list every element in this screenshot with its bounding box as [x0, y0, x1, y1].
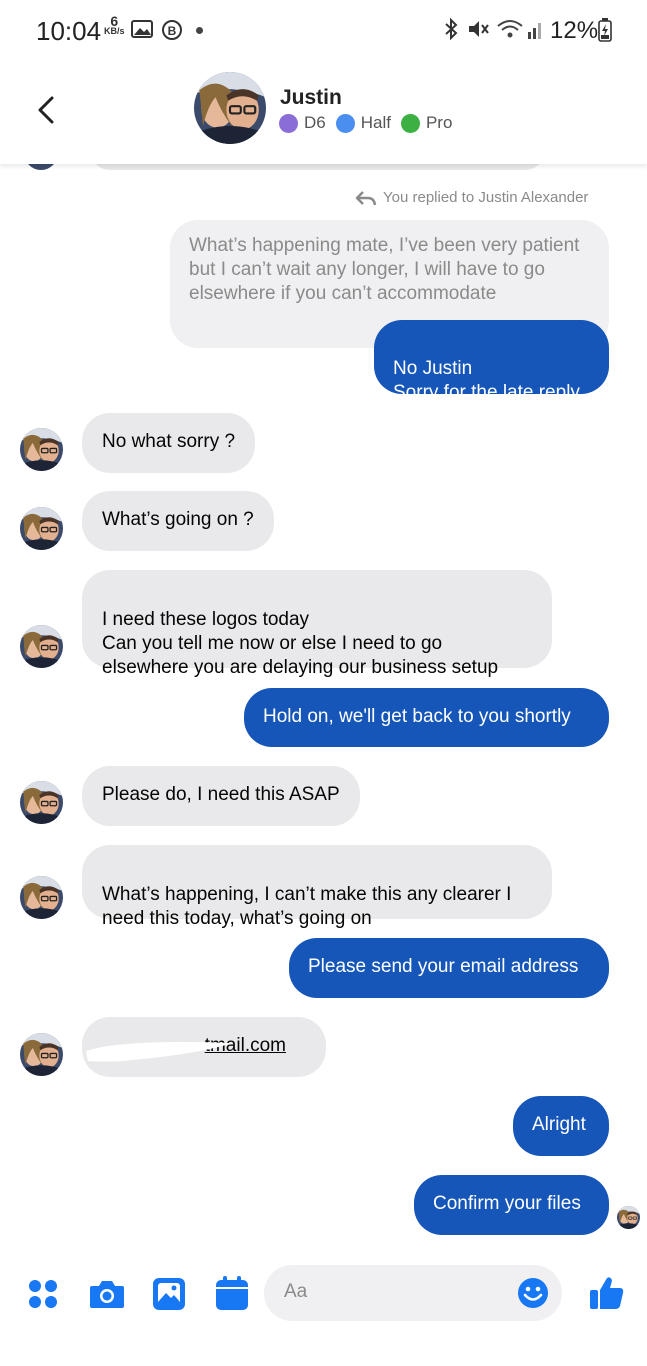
svg-text:B: B [168, 24, 177, 38]
sender-avatar[interactable] [20, 876, 63, 919]
battery-percent: 12% [550, 17, 599, 44]
sender-avatar[interactable] [20, 625, 63, 668]
sender-avatar[interactable] [20, 781, 63, 824]
incoming-message[interactable]: What’s happening, I can’t make this any … [82, 845, 552, 929]
message-text: Please do, I need this ASAP [102, 784, 340, 805]
incoming-message[interactable]: No what sorry ? [82, 413, 256, 473]
thumbs-up-icon[interactable] [589, 1275, 625, 1311]
message-text: What’s going on ? [102, 509, 254, 530]
composer-bar: Aa [0, 1250, 647, 1340]
message-input[interactable]: Aa [264, 1265, 562, 1321]
mute-icon [469, 21, 489, 37]
outgoing-message[interactable]: Alright [513, 1096, 609, 1156]
contact-avatar[interactable] [194, 72, 266, 144]
emoji-icon[interactable] [517, 1277, 549, 1309]
conversation-header: Justin D6 Half Pro [0, 62, 647, 164]
gallery-notification-icon [131, 20, 153, 38]
message-text: No what sorry ? [102, 431, 236, 452]
contact-name[interactable]: Justin [280, 86, 342, 110]
network-speed-unit: KB/s [104, 26, 125, 36]
b-notification-icon: B [162, 20, 182, 40]
apps-icon[interactable] [28, 1279, 58, 1309]
incoming-message[interactable]: I need these logos today Can you tell me… [82, 570, 552, 678]
contact-tags: D6 Half Pro [279, 113, 462, 133]
battery-icon [598, 18, 612, 42]
message-text: I need these logos today Can you tell me… [102, 609, 499, 678]
message-text: No Justin Sorry for the late reply [393, 358, 580, 403]
tag-dot-green [400, 113, 420, 133]
network-speed-value: 6 [110, 13, 119, 29]
redaction-scribble [86, 1042, 232, 1062]
message-text: Confirm your files [433, 1193, 581, 1214]
tag-label: Pro [425, 113, 453, 132]
status-bar: 10:04 6 KB/s B 12% [0, 0, 647, 62]
calendar-icon[interactable] [215, 1275, 249, 1311]
outgoing-message[interactable]: Please send your email address [289, 938, 609, 998]
tag-dot-blue [335, 113, 355, 133]
status-time: 10:04 [36, 16, 102, 46]
network-speed: 6 KB/s [104, 13, 125, 36]
reply-indicator: You replied to Justin Alexander [355, 189, 588, 206]
incoming-message[interactable]: Please do, I need this ASAP [82, 766, 360, 826]
gallery-icon[interactable] [152, 1277, 186, 1311]
sender-avatar[interactable] [20, 1033, 63, 1076]
seen-avatar [617, 1206, 640, 1229]
message-text: Alright [532, 1114, 586, 1135]
quoted-message-text: What’s happening mate, I’ve been very pa… [189, 235, 580, 304]
sender-avatar[interactable] [20, 507, 63, 550]
message-text: Hold on, we'll get back to you shortly [263, 706, 571, 727]
message-text: Please send your email address [308, 956, 579, 977]
back-arrow-icon[interactable] [30, 90, 62, 130]
outgoing-message[interactable]: Hold on, we'll get back to you shortly [244, 688, 609, 747]
outgoing-message[interactable]: No Justin Sorry for the late reply [374, 320, 609, 403]
reply-arrow-icon [355, 190, 377, 205]
incoming-message[interactable]: What’s going on ? [82, 491, 274, 551]
notification-dot [196, 27, 203, 34]
message-input-placeholder: Aa [284, 1281, 308, 1302]
tag-dot-purple [279, 113, 298, 133]
wifi-signal-icon [497, 20, 541, 39]
sender-avatar[interactable] [20, 428, 63, 471]
outgoing-message[interactable]: Confirm your files [414, 1175, 609, 1235]
reply-note: You replied to Justin Alexander [383, 189, 589, 206]
incoming-message[interactable]: tmail.com [82, 1017, 326, 1077]
tag-label: D6 [304, 113, 326, 132]
tag-label: Half [360, 113, 391, 132]
bluetooth-icon [445, 17, 458, 41]
camera-icon[interactable] [89, 1278, 125, 1310]
